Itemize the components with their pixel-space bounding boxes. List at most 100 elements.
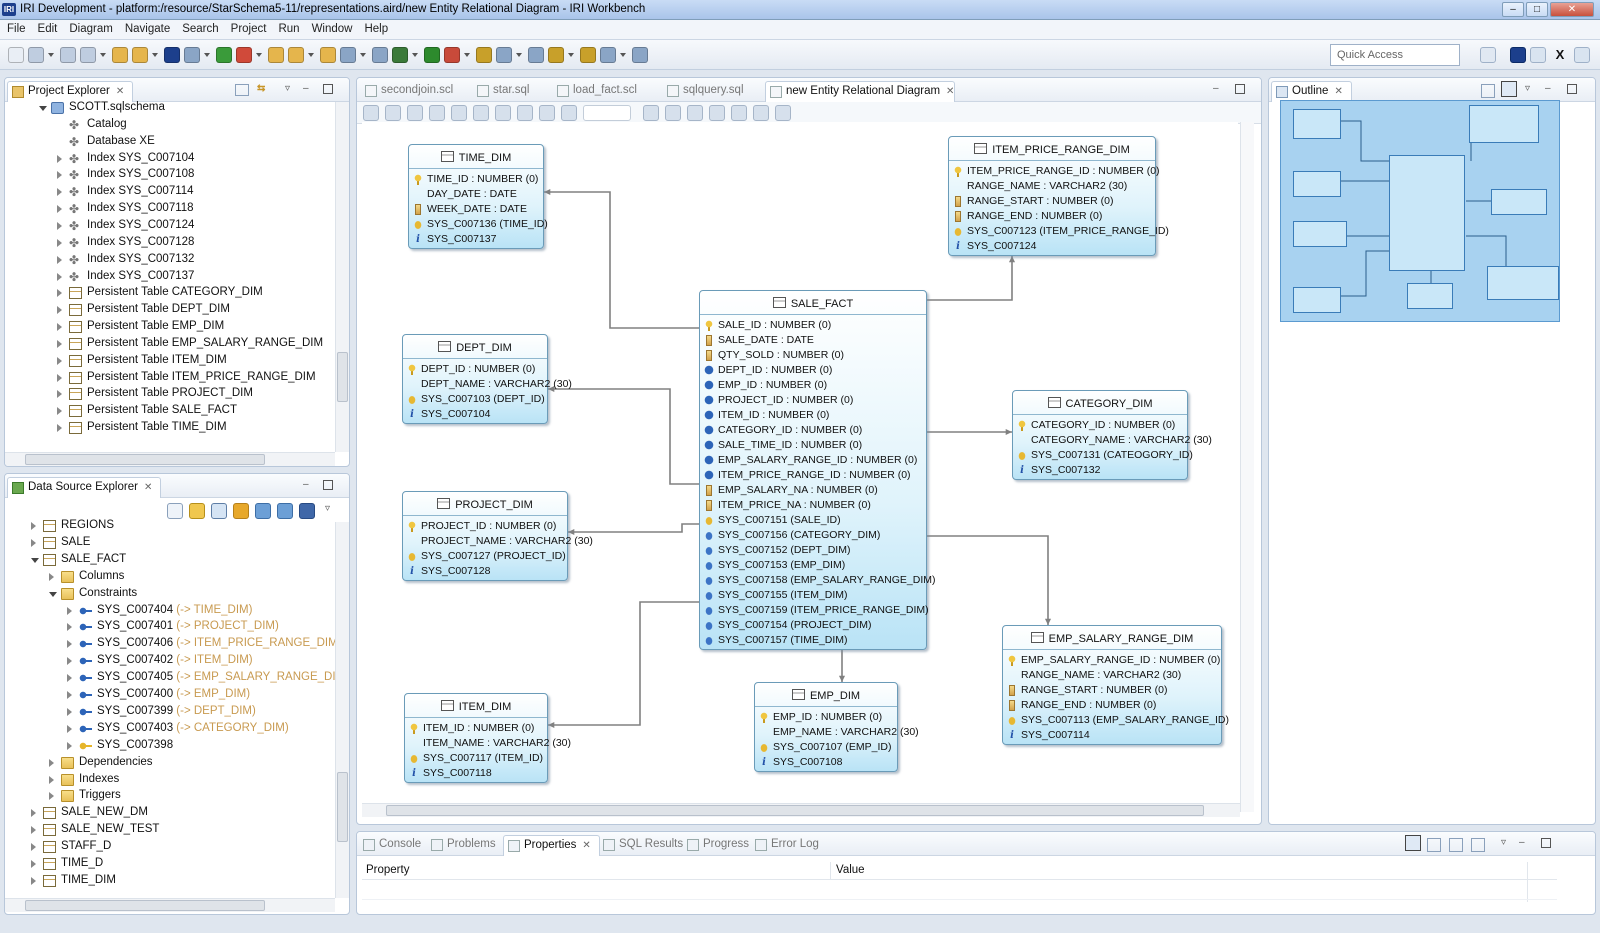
entity-column[interactable]: CATEGORY_ID : NUMBER (0) <box>1013 418 1187 433</box>
connector-emp-salary-range-dim[interactable] <box>927 535 1049 625</box>
entity-column[interactable]: PROJECT_ID : NUMBER (0) <box>403 519 567 534</box>
menu-search[interactable]: Search <box>175 20 223 35</box>
open-file-icon[interactable] <box>132 47 148 63</box>
entity-column[interactable]: SYS_C007127 (PROJECT_ID) <box>403 549 567 564</box>
entity-sale-fact[interactable]: SALE_FACT SALE_ID : NUMBER (0) SALE_DATE :… <box>699 290 936 650</box>
restore-icon[interactable]: □ <box>1526 2 1548 17</box>
entity-column[interactable]: SALE_DATE : DATE <box>700 333 926 348</box>
minimize-icon[interactable]: – <box>1502 2 1524 17</box>
tree-item[interactable]: STAFF_D <box>5 839 335 856</box>
tree-item[interactable]: Persistent Table ITEM_PRICE_RANGE_DIM <box>5 370 335 387</box>
tree-item[interactable]: Persistent Table EMP_SALARY_RANGE_DIM <box>5 336 335 353</box>
iri-perspective-icon[interactable] <box>1510 47 1526 63</box>
entity-column[interactable]: RANGE_END : NUMBER (0) <box>1003 698 1221 713</box>
link-icon[interactable] <box>340 47 356 63</box>
select-icon[interactable] <box>363 105 379 121</box>
entity-column[interactable]: EMP_SALARY_NA : NUMBER (0) <box>700 483 926 498</box>
tree-item[interactable]: Persistent Table TIME_DIM <box>5 420 335 437</box>
entity-column[interactable]: RANGE_START : NUMBER (0) <box>949 194 1155 209</box>
export-icon[interactable] <box>277 503 293 519</box>
collapsed-arrow-icon[interactable] <box>57 356 62 365</box>
close-tab-icon[interactable]: ✕ <box>1334 86 1342 97</box>
tree-item[interactable]: Persistent Table PROJECT_DIM <box>5 386 335 403</box>
connector-project-dim[interactable] <box>568 523 699 533</box>
entity-column[interactable]: ITEM_PRICE_RANGE_ID : NUMBER (0) <box>949 164 1160 179</box>
bottom-tab[interactable]: Error Log <box>751 835 827 856</box>
hierarchy-icon[interactable] <box>211 503 227 519</box>
collapsed-arrow-icon[interactable] <box>57 407 62 416</box>
collapsed-arrow-icon[interactable] <box>57 424 62 433</box>
entity-column[interactable]: SYS_C007117 (ITEM_ID) <box>405 751 547 766</box>
import-icon[interactable] <box>255 503 271 519</box>
collapsed-arrow-icon[interactable] <box>57 255 62 264</box>
editor-tab[interactable]: load_fact.scl <box>553 81 661 102</box>
collapsed-arrow-icon[interactable] <box>57 188 62 197</box>
entity-column[interactable]: ITEM_PRICE_NA : NUMBER (0) <box>700 498 926 513</box>
database-perspective-icon[interactable] <box>1530 47 1546 63</box>
view-menu-icon[interactable]: ▿ <box>325 504 337 514</box>
pin-icon[interactable] <box>517 105 533 121</box>
dropdown-arrow-icon[interactable] <box>204 53 210 57</box>
entity-column[interactable]: SYS_C007151 (SALE_ID) <box>700 513 926 528</box>
editor-tab[interactable]: sqlquery.sql <box>663 81 763 102</box>
outline-overview-icon[interactable] <box>1501 81 1517 97</box>
entity-column[interactable]: ITEM_NAME : VARCHAR2 (30) <box>405 736 571 751</box>
dropdown-arrow-icon[interactable] <box>256 53 262 57</box>
entity-column[interactable]: DAY_DATE : DATE <box>409 187 543 202</box>
entity-column[interactable]: EMP_NAME : VARCHAR2 (30) <box>755 725 919 740</box>
view-menu-icon[interactable]: ▿ <box>1525 84 1537 94</box>
tree-item[interactable]: Persistent Table EMP_DIM <box>5 319 335 336</box>
settings-icon[interactable] <box>372 47 388 63</box>
tree-item[interactable]: Persistent Table ITEM_DIM <box>5 353 335 370</box>
bottom-tab[interactable]: Console <box>359 835 429 856</box>
dropdown-arrow-icon[interactable] <box>152 53 158 57</box>
tree-item[interactable]: ✤ Index SYS_C007128 <box>5 235 335 252</box>
new-window-icon[interactable] <box>496 47 512 63</box>
tree-item[interactable]: ✤ Index SYS_C007114 <box>5 184 335 201</box>
dropdown-arrow-icon[interactable] <box>360 53 366 57</box>
entity-column[interactable]: SYS_C007152 (DEPT_DIM) <box>700 543 926 558</box>
collapsed-arrow-icon[interactable] <box>57 289 62 298</box>
entity-column[interactable]: SYS_C007131 (CATEOGORY_ID) <box>1013 448 1193 463</box>
tree-item[interactable]: SYS_C007400 (-> EMP_DIM) <box>5 687 335 704</box>
collapsed-arrow-icon[interactable] <box>57 390 62 399</box>
collapsed-arrow-icon[interactable] <box>57 339 62 348</box>
collapse-all-icon[interactable] <box>167 503 183 519</box>
bottom-tab[interactable]: Properties ✕ <box>503 835 600 856</box>
collapsed-arrow-icon[interactable] <box>67 724 72 733</box>
entity-column[interactable]: EMP_SALARY_RANGE_ID : NUMBER (0) <box>1003 653 1221 668</box>
arrange-icon[interactable] <box>407 105 423 121</box>
tree-item[interactable]: ✤ Catalog <box>5 117 335 134</box>
tree-item[interactable]: REGIONS <box>5 518 335 535</box>
up-icon[interactable] <box>528 47 544 63</box>
entity-column[interactable]: SYS_C007103 (DEPT_ID) <box>403 392 547 407</box>
zoom-select-icon[interactable] <box>473 105 489 121</box>
entity-column[interactable]: SYS_C007156 (CATEGORY_DIM) <box>700 528 926 543</box>
maximize-view-icon[interactable] <box>323 84 333 94</box>
collapsed-arrow-icon[interactable] <box>57 171 62 180</box>
refresh-icon[interactable] <box>184 47 200 63</box>
tree-item[interactable]: ✤ Index SYS_C007104 <box>5 151 335 168</box>
tree-item[interactable]: TIME_D <box>5 856 335 873</box>
save-icon[interactable] <box>28 47 44 63</box>
menu-diagram[interactable]: Diagram <box>62 20 117 35</box>
refresh-icon[interactable] <box>709 105 725 121</box>
save-icon[interactable] <box>299 503 315 519</box>
filter-icon[interactable] <box>451 105 467 121</box>
tree-item[interactable]: Indexes <box>5 772 335 789</box>
collapsed-arrow-icon[interactable] <box>57 373 62 382</box>
export-image-icon[interactable] <box>561 105 577 121</box>
expanded-arrow-icon[interactable] <box>31 557 39 563</box>
collapsed-arrow-icon[interactable] <box>49 775 54 784</box>
collapsed-arrow-icon[interactable] <box>57 272 62 281</box>
diagram-canvas[interactable]: TIME_DIM TIME_ID : NUMBER (0) DAY_DATE : D… <box>362 122 1238 802</box>
menu-navigate[interactable]: Navigate <box>118 20 175 35</box>
collapsed-arrow-icon[interactable] <box>31 538 36 547</box>
link-editor-icon[interactable] <box>189 503 205 519</box>
menu-edit[interactable]: Edit <box>31 20 63 35</box>
minimize-view-icon[interactable]: – <box>1519 838 1531 848</box>
pen-icon[interactable] <box>476 47 492 63</box>
entity-column[interactable]: SYS_C007157 (TIME_DIM) <box>700 633 926 648</box>
entity-column[interactable]: DEPT_ID : NUMBER (0) <box>700 363 926 378</box>
collapsed-arrow-icon[interactable] <box>57 221 62 230</box>
